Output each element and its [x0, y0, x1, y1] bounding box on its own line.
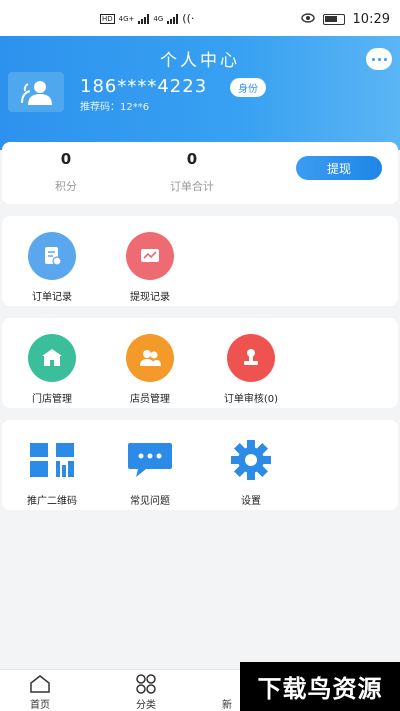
stamp-icon [227, 334, 275, 382]
message-button[interactable] [366, 48, 392, 70]
staff-icon [126, 334, 174, 382]
watermark: 下载鸟资源 [240, 662, 400, 711]
settings-label: 设置 [241, 496, 261, 507]
referral-label: 推荐码： [80, 102, 120, 113]
phone-number: 186****4223 [80, 76, 208, 97]
order-record-item[interactable]: 订单记录 [12, 232, 92, 303]
tab-new[interactable]: 新 [212, 674, 242, 711]
dot-icon [371, 57, 375, 61]
qrcode-item[interactable]: 推广二维码 [12, 436, 92, 507]
category-icon [116, 674, 176, 694]
identity-badge[interactable]: 身份 [230, 78, 266, 97]
order-record-icon [28, 232, 76, 280]
wifi-icon: ((· [182, 12, 195, 25]
referral-value: 12**6 [120, 102, 150, 113]
orders-label: 订单合计 [170, 180, 214, 193]
hd-label: HD [100, 13, 115, 24]
signal-indicators: HD 4G+ 4G ((· [100, 12, 194, 25]
page-title: 个人中心 [160, 51, 240, 71]
management-card: 门店管理 店员管理 订单审核(0) [2, 318, 398, 408]
avatar[interactable] [8, 72, 64, 112]
battery-icon [322, 14, 345, 25]
points-label: 积分 [55, 180, 77, 193]
staff-manage-item[interactable]: 店员管理 [110, 334, 190, 405]
users-icon [21, 81, 52, 105]
tools-card: 推广二维码 常见问题 设置 [2, 420, 398, 510]
settings-item[interactable]: 设置 [211, 436, 291, 507]
order-record-label: 订单记录 [32, 292, 72, 303]
staff-manage-label: 店员管理 [130, 394, 170, 405]
points-stat[interactable]: 0 积分 [36, 150, 96, 194]
faq-label: 常见问题 [130, 496, 170, 507]
network-label: 4G+ [118, 14, 135, 23]
withdraw-record-item[interactable]: 提现记录 [110, 232, 190, 303]
records-card: 订单记录 提现记录 [2, 216, 398, 306]
tab-new-label: 新 [222, 700, 232, 711]
withdraw-record-label: 提现记录 [130, 292, 170, 303]
home-icon [10, 674, 70, 694]
signal-icon [138, 13, 150, 24]
orders-value: 0 [186, 150, 198, 168]
network-label-2: 4G [153, 14, 164, 23]
signal-icon-2 [167, 13, 179, 24]
status-bar: HD 4G+ 4G ((· 10:29 [0, 0, 400, 36]
tab-home-label: 首页 [30, 700, 50, 711]
orders-stat[interactable]: 0 订单合计 [152, 150, 232, 194]
tab-category[interactable]: 分类 [116, 674, 176, 711]
dot-icon [383, 57, 387, 61]
faq-icon [126, 436, 174, 484]
store-manage-label: 门店管理 [32, 394, 72, 405]
tab-category-label: 分类 [136, 700, 156, 711]
qrcode-label: 推广二维码 [27, 496, 77, 507]
withdraw-record-icon [126, 232, 174, 280]
eye-icon [300, 12, 315, 27]
store-manage-item[interactable]: 门店管理 [12, 334, 92, 405]
status-right: 10:29 [300, 12, 390, 27]
points-value: 0 [60, 150, 72, 168]
referral-code: 推荐码：12**6 [80, 98, 149, 113]
tab-home[interactable]: 首页 [10, 674, 70, 711]
store-icon [28, 334, 76, 382]
qrcode-icon [28, 436, 76, 484]
dot-icon [377, 57, 381, 61]
order-review-label: 订单审核(0) [223, 394, 279, 405]
withdraw-button[interactable]: 提现 [296, 156, 382, 180]
profile-header: 个人中心 186****4223 身份 推荐码：12**6 [0, 36, 400, 150]
clock: 10:29 [352, 12, 390, 27]
gear-icon [227, 436, 275, 484]
order-review-item[interactable]: 订单审核(0) [211, 334, 291, 405]
faq-item[interactable]: 常见问题 [110, 436, 190, 507]
stats-card: 0 积分 0 订单合计 提现 [2, 142, 398, 204]
